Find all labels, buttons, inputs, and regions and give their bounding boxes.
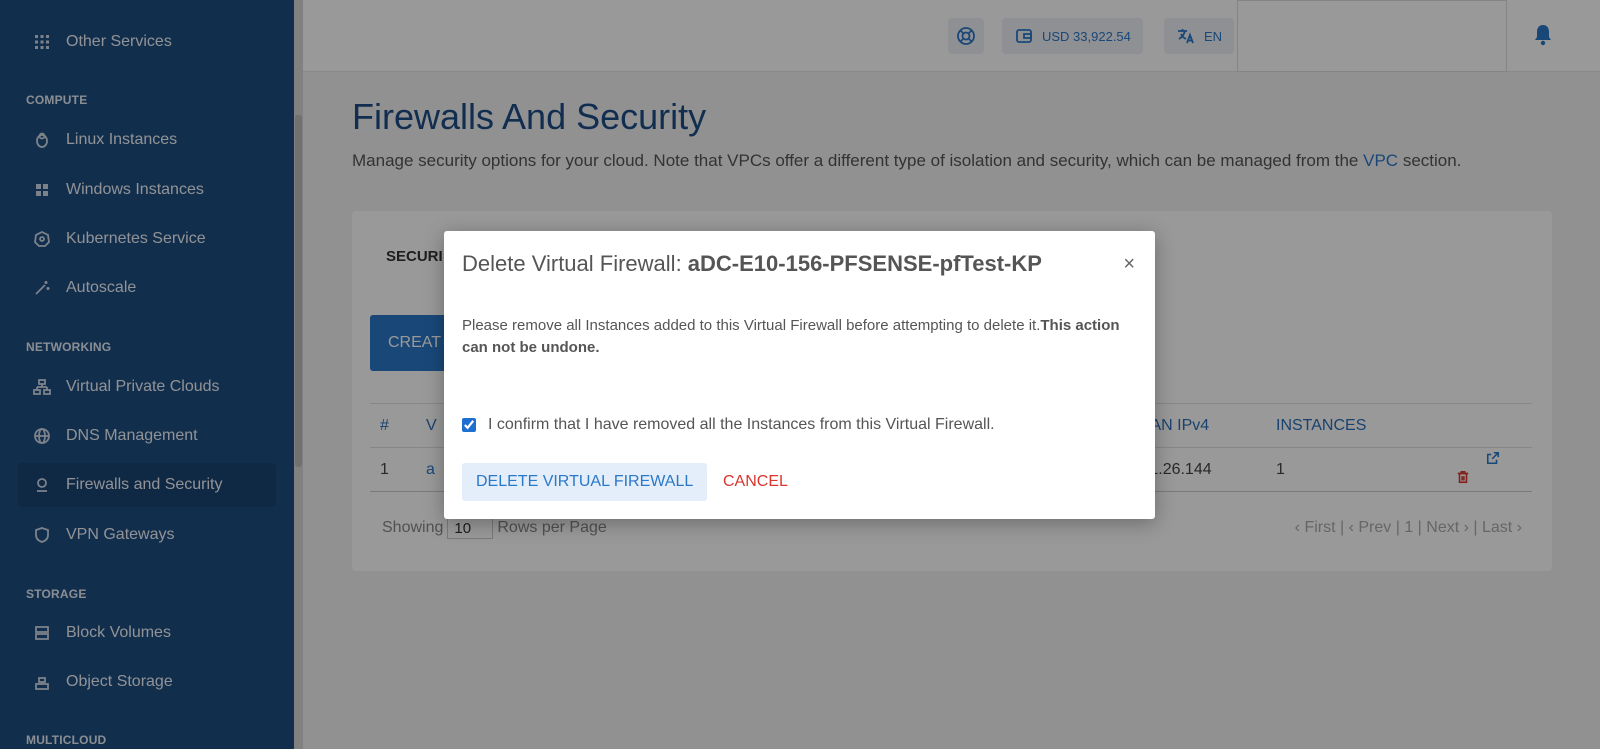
modal-title-prefix: Delete Virtual Firewall:: [462, 251, 688, 276]
modal-title-firewall-name: aDC-E10-156-PFSENSE-pfTest-KP: [687, 251, 1042, 276]
modal-message: Please remove all Instances added to thi…: [462, 315, 1122, 359]
confirm-checkbox[interactable]: [462, 418, 476, 432]
delete-virtual-firewall-button[interactable]: DELETE VIRTUAL FIREWALL: [462, 463, 708, 501]
delete-firewall-modal: Delete Virtual Firewall: aDC-E10-156-PFS…: [444, 231, 1155, 519]
cancel-button[interactable]: CANCEL: [723, 473, 788, 491]
confirm-row[interactable]: I confirm that I have removed all the In…: [462, 416, 995, 434]
close-icon[interactable]: ×: [1123, 253, 1135, 276]
confirm-label: I confirm that I have removed all the In…: [488, 416, 995, 433]
modal-message-text: Please remove all Instances added to thi…: [462, 317, 1041, 334]
modal-title: Delete Virtual Firewall: aDC-E10-156-PFS…: [462, 251, 1042, 277]
